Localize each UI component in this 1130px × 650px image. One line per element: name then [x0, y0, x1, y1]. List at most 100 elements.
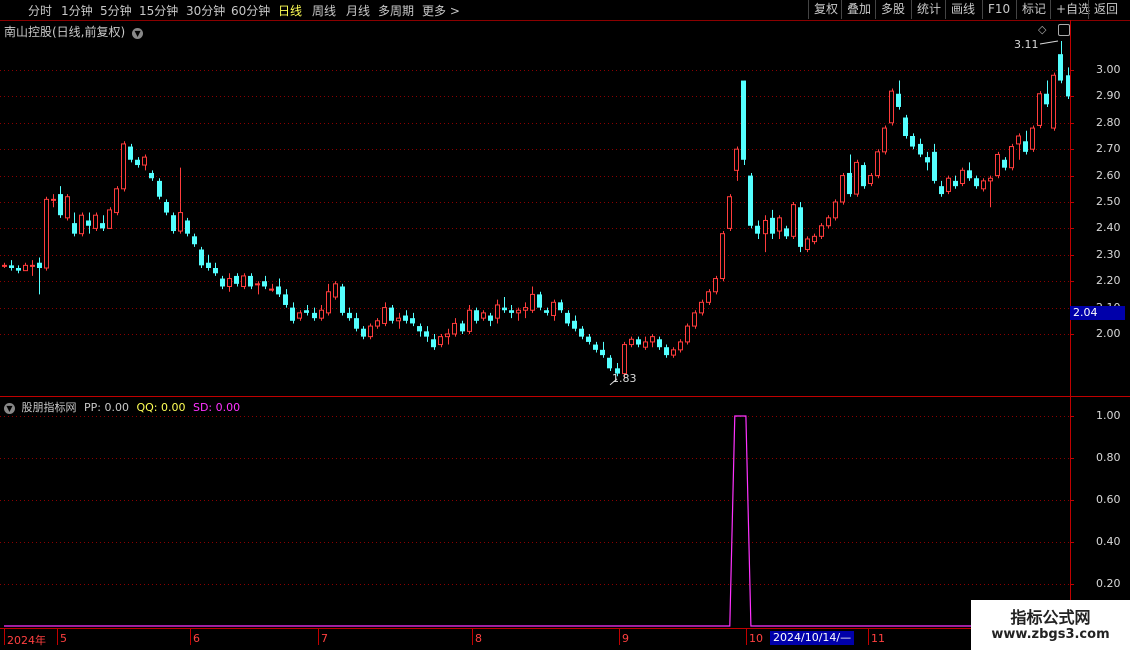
- candle-body: [340, 286, 345, 313]
- candle-body: [572, 320, 577, 329]
- candle-body: [946, 177, 951, 192]
- candle-body: [65, 196, 70, 219]
- candle-body: [812, 235, 817, 243]
- candle-body: [939, 186, 944, 195]
- candle-body: [607, 357, 612, 369]
- candle-body: [149, 172, 154, 179]
- candle-body: [903, 117, 908, 136]
- candle-body: [185, 220, 190, 234]
- candle-body: [847, 172, 852, 195]
- date-label: 9: [622, 632, 629, 645]
- candle-body: [833, 201, 838, 219]
- indicator-name: 股朋指标网: [21, 401, 77, 414]
- low-price-value: 1.83: [612, 372, 637, 385]
- low-price-annotation: 1.83: [612, 372, 637, 385]
- candle-body: [1037, 93, 1042, 126]
- candle-body: [276, 286, 281, 295]
- candle-body: [297, 312, 302, 319]
- candle-body: [1051, 74, 1056, 129]
- candle-body: [9, 265, 14, 268]
- candle-body: [727, 196, 732, 229]
- candle-body: [551, 301, 556, 317]
- candle-body: [396, 317, 401, 322]
- candle-body: [974, 178, 979, 187]
- date-label: 7: [321, 632, 328, 645]
- candle-body: [882, 127, 887, 153]
- candle-body: [333, 283, 338, 298]
- candle-body: [107, 209, 112, 229]
- candle-body: [403, 315, 408, 321]
- candle-body: [255, 283, 260, 286]
- candle-body: [164, 202, 169, 213]
- candle-body: [319, 309, 324, 319]
- indicator-header[interactable]: ▼ 股朋指标网 PP: 0.00 QQ: 0.00 SD: 0.00: [4, 399, 240, 415]
- candle-body: [629, 338, 634, 346]
- watermark-logo: 指标公式网 www.zbgs3.com: [971, 600, 1130, 650]
- candle-body: [854, 161, 859, 195]
- candle-body: [326, 291, 331, 314]
- candle-body: [114, 188, 119, 214]
- candle-body: [354, 318, 359, 329]
- candle-body: [1058, 54, 1063, 81]
- candle-body: [128, 146, 133, 160]
- candle-body: [530, 293, 535, 311]
- candle-body: [206, 262, 211, 268]
- candle-body: [361, 328, 366, 337]
- candle-body: [622, 344, 627, 375]
- price-label: 2.80: [1096, 115, 1121, 129]
- indicator-label: 0.60: [1096, 493, 1121, 506]
- watermark-title: 指标公式网: [1010, 608, 1091, 627]
- candle-body: [283, 294, 288, 305]
- watermark-url: www.zbgs3.com: [991, 627, 1110, 642]
- candle-body: [445, 333, 450, 338]
- candle-body: [784, 228, 789, 237]
- candle-body: [178, 212, 183, 232]
- candle-body: [910, 136, 915, 147]
- price-label: 2.20: [1096, 274, 1121, 288]
- candle-body: [953, 180, 958, 187]
- candle-body: [502, 307, 507, 311]
- candle-body: [678, 341, 683, 351]
- pp-indicator-line: [4, 415, 1068, 627]
- candle-body: [262, 281, 267, 287]
- candle-body: [474, 310, 479, 321]
- candle-body: [248, 275, 253, 287]
- candle-body: [72, 223, 77, 234]
- date-label: 6: [193, 632, 200, 645]
- chevron-down-icon[interactable]: ▼: [4, 403, 15, 414]
- price-label: 2.60: [1096, 168, 1121, 182]
- candle-body: [692, 312, 697, 327]
- candle-body: [410, 318, 415, 324]
- cursor-date-tag: 2024/10/14/—: [770, 631, 855, 645]
- candle-body: [565, 312, 570, 324]
- candle-body: [1044, 93, 1049, 105]
- high-price-annotation: 3.11: [1014, 38, 1039, 51]
- candle-body: [579, 328, 584, 337]
- candle-body: [593, 344, 598, 350]
- candle-body: [227, 278, 232, 287]
- candle-body: [481, 312, 486, 319]
- candle-body: [586, 336, 591, 342]
- candle-body: [918, 143, 923, 155]
- candle-body: [312, 312, 317, 319]
- candle-body: [798, 207, 803, 247]
- candle-body: [791, 204, 796, 237]
- chart-canvas[interactable]: [0, 0, 1130, 650]
- candle-body: [600, 349, 605, 356]
- candle-body: [770, 217, 775, 234]
- candle-body: [135, 159, 140, 166]
- candle-body: [889, 90, 894, 124]
- candle-body: [671, 349, 676, 356]
- candle-body: [967, 170, 972, 179]
- candle-body: [424, 331, 429, 337]
- indicator-qq: QQ: 0.00: [136, 401, 186, 414]
- indicator-pp: PP: 0.00: [84, 401, 129, 414]
- candle-body: [720, 233, 725, 280]
- candle-body: [755, 225, 760, 234]
- date-label: 11: [871, 632, 885, 645]
- candle-body: [1009, 146, 1014, 169]
- candle-body: [706, 291, 711, 303]
- candle-body: [495, 304, 500, 319]
- candle-body: [537, 294, 542, 308]
- candle-body: [995, 153, 1000, 177]
